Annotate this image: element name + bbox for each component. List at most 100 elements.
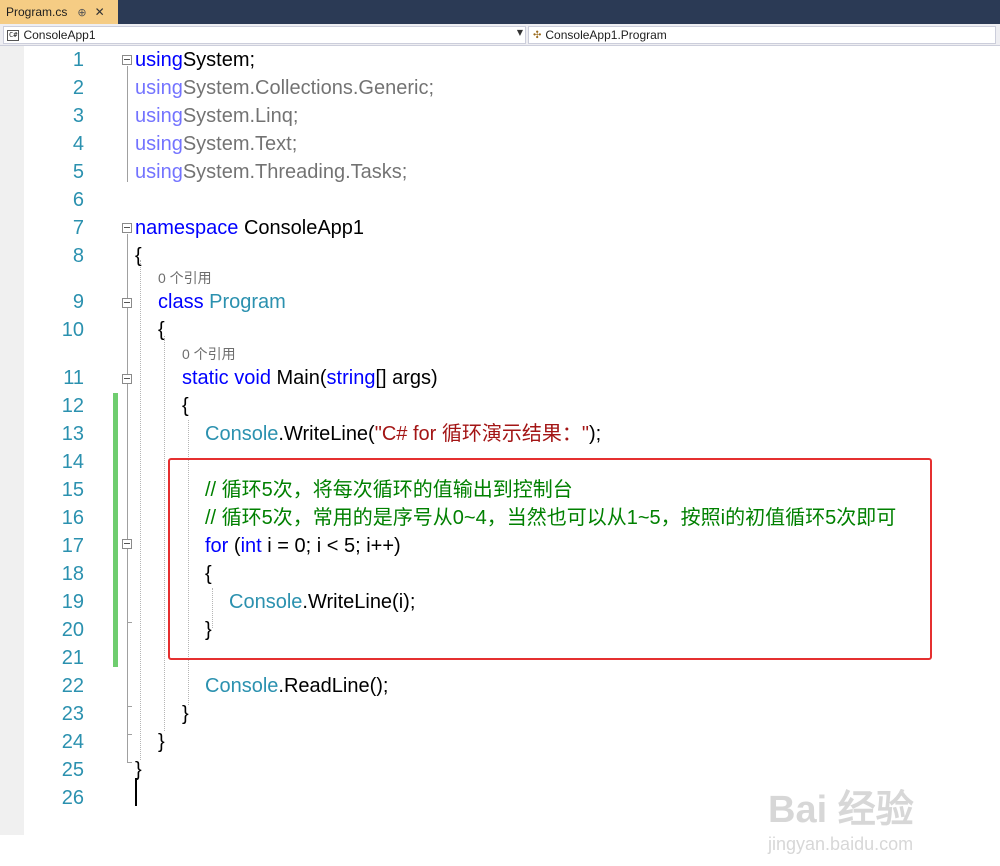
document-tab-strip: Program.cs ⊕ ✕ <box>0 0 1000 24</box>
line-number: 10 <box>61 319 84 341</box>
line-number: 25 <box>61 759 84 781</box>
code-line: usingSystem; <box>135 46 255 74</box>
line-number: 22 <box>61 675 84 697</box>
code-token: .WriteLine( <box>278 423 375 445</box>
code-token: using <box>135 133 183 155</box>
code-token: Console <box>205 675 279 697</box>
line-number: 26 <box>61 787 84 809</box>
code-token: class <box>158 291 204 313</box>
class-reference-count[interactable]: 0 个引用 <box>158 268 212 288</box>
navigation-bar: C# ConsoleApp1 ▼ ✣ ConsoleApp1.Program <box>0 24 1000 46</box>
watermark-brand: Bai 经验 <box>768 789 914 831</box>
code-editor[interactable]: 0 个引用 0 个引用 1 usingSystem; 2 usingSystem.Co… <box>0 46 1000 854</box>
outline-end <box>127 706 132 707</box>
fold-toggle-method[interactable] <box>122 374 132 384</box>
fold-toggle-namespace[interactable] <box>122 223 132 233</box>
fold-toggle-for[interactable] <box>122 539 132 549</box>
code-token: ); <box>588 423 602 445</box>
code-token: [] args) <box>375 367 438 389</box>
line-number: 3 <box>72 105 84 127</box>
pin-icon[interactable]: ⊕ <box>77 6 86 19</box>
member-name: ConsoleApp1.Program <box>545 28 667 42</box>
line-number: 2 <box>72 77 84 99</box>
code-line: usingSystem.Linq; <box>135 102 298 130</box>
line-number: 6 <box>72 189 84 211</box>
line-number: 16 <box>61 507 84 529</box>
line-number: 7 <box>72 217 84 239</box>
outline-end <box>127 622 132 623</box>
class-icon: ✣ <box>533 29 542 41</box>
baidu-watermark: Bai 经验 jingyan.baidu.com <box>768 766 988 866</box>
watermark-url: jingyan.baidu.com <box>768 834 914 854</box>
tab-program-cs[interactable]: Program.cs ⊕ ✕ <box>0 0 118 24</box>
line-number: 4 <box>72 133 84 155</box>
code-token: { <box>135 245 142 267</box>
outline-end <box>127 762 132 763</box>
line-number: 5 <box>72 161 84 183</box>
fold-toggle-using[interactable] <box>122 55 132 65</box>
code-token: void <box>234 367 271 389</box>
line-number: 18 <box>61 563 84 585</box>
code-line: { <box>135 242 142 270</box>
code-token: } <box>158 731 165 753</box>
code-line: static void Main(string[] args) <box>182 364 438 392</box>
code-token: using <box>135 77 183 99</box>
chevron-down-icon[interactable]: ▼ <box>517 28 523 37</box>
close-icon[interactable]: ✕ <box>95 5 105 19</box>
code-token: namespace <box>135 217 239 239</box>
code-token: using <box>135 105 183 127</box>
indent-guide <box>164 336 165 731</box>
fold-toggle-class[interactable] <box>122 298 132 308</box>
line-number: 24 <box>61 731 84 753</box>
code-token: System.Text; <box>182 133 298 155</box>
code-line: usingSystem.Collections.Generic; <box>135 74 434 102</box>
code-token: System.Threading.Tasks; <box>182 161 408 183</box>
code-token: .ReadLine(); <box>278 675 389 697</box>
line-number: 8 <box>72 245 84 267</box>
code-token: static <box>182 367 229 389</box>
project-name: ConsoleApp1 <box>23 28 96 42</box>
line-number: 11 <box>63 367 84 389</box>
line-number: 23 <box>61 703 84 725</box>
tab-title: Program.cs <box>6 5 68 19</box>
outline-end <box>127 734 132 735</box>
change-tracking-bar <box>113 393 118 667</box>
code-token: System.Collections.Generic; <box>182 77 435 99</box>
code-token: using <box>135 49 183 71</box>
text-caret <box>135 778 137 806</box>
line-number: 19 <box>61 591 84 613</box>
code-token: ConsoleApp1 <box>238 217 365 239</box>
code-token: } <box>182 703 189 725</box>
project-dropdown[interactable]: C# ConsoleApp1 ▼ <box>3 26 526 44</box>
code-line: { <box>182 392 189 420</box>
code-token: System; <box>182 49 256 71</box>
line-number: 1 <box>72 49 84 71</box>
code-token: using <box>135 161 183 183</box>
code-line: Console.ReadLine(); <box>205 672 388 700</box>
line-number: 20 <box>61 619 84 641</box>
code-token: Main( <box>270 367 327 389</box>
code-token: System.Linq; <box>182 105 299 127</box>
code-token: { <box>158 319 165 341</box>
line-number: 17 <box>61 535 84 557</box>
code-line: usingSystem.Threading.Tasks; <box>135 158 407 186</box>
code-line: class Program <box>158 288 286 316</box>
line-number: 9 <box>72 291 84 313</box>
line-number: 12 <box>61 395 84 417</box>
indent-guide <box>140 260 141 760</box>
line-number: 13 <box>61 423 84 445</box>
code-line: usingSystem.Text; <box>135 130 297 158</box>
line-number: 14 <box>61 451 84 473</box>
indicator-margin <box>0 46 24 835</box>
code-token: string <box>326 367 376 389</box>
code-token: Console <box>205 423 279 445</box>
member-dropdown[interactable]: ✣ ConsoleApp1.Program <box>528 26 996 44</box>
code-token: Program <box>209 291 286 313</box>
csharp-project-icon: C# <box>7 29 20 41</box>
method-reference-count[interactable]: 0 个引用 <box>182 344 236 364</box>
code-token: "C# for 循环演示结果：" <box>374 423 589 445</box>
line-number: 15 <box>61 479 84 501</box>
code-line: Console.WriteLine("C# for 循环演示结果："); <box>205 420 601 448</box>
code-token: { <box>182 395 189 417</box>
line-number: 21 <box>61 647 84 669</box>
